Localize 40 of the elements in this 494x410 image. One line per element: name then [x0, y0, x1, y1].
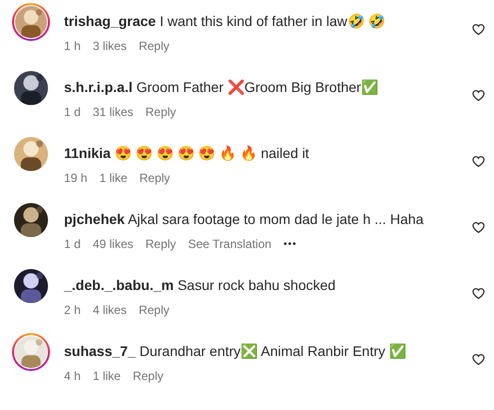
likes-link[interactable]: 31 likes [92, 103, 134, 121]
username[interactable]: s.h.r.i.p.a.l [64, 79, 132, 95]
likes-link[interactable]: 49 likes [92, 235, 134, 253]
heart-icon[interactable] [472, 353, 485, 366]
reply-link[interactable]: Reply [132, 367, 164, 385]
comment-text: Groom Father ❌Groom Big Brother✅ [136, 79, 378, 95]
reply-link[interactable]: Reply [145, 235, 176, 253]
heart-icon[interactable] [472, 23, 485, 36]
reply-link[interactable]: Reply [145, 103, 176, 121]
story-ring[interactable] [12, 333, 50, 371]
username[interactable]: _.deb._.babu._m [64, 277, 174, 293]
username[interactable]: suhass_7_ [64, 343, 136, 359]
username[interactable]: 11nikia [64, 145, 111, 161]
comment-time: 2 h [64, 302, 81, 319]
reply-link[interactable]: Reply [138, 37, 170, 55]
comment-text: Ajkal sara footage to mom dad le jate h ... Haha [128, 211, 424, 227]
see-translation-link[interactable]: See Translation [188, 235, 272, 253]
comment-text: Sasur rock bahu shocked [178, 277, 336, 293]
comment-text: 😍 😍 😍 😍 😍 🔥 🔥 nailed it [114, 145, 310, 161]
username[interactable]: trishag_grace [64, 13, 156, 29]
comment-time: 19 h [64, 170, 88, 187]
heart-icon[interactable] [472, 287, 485, 300]
comment-time: 1 d [64, 104, 81, 121]
comment-text: I want this kind of father in law🤣 🤣 [160, 13, 386, 29]
heart-icon[interactable] [472, 89, 485, 102]
reply-link[interactable]: Reply [138, 301, 170, 319]
likes-link[interactable]: 4 likes [92, 301, 127, 319]
comment-text: Durandhar entry❎ Animal Ranbir Entry ✅ [140, 343, 406, 359]
more-options-button[interactable]: ••• [283, 236, 297, 252]
reply-link[interactable]: Reply [139, 169, 170, 187]
username[interactable]: pjchehek [64, 211, 125, 227]
comment-time: 4 h [64, 368, 81, 385]
likes-link[interactable]: 1 like [99, 169, 128, 187]
heart-icon[interactable] [472, 155, 485, 168]
story-ring[interactable] [12, 3, 50, 41]
likes-link[interactable]: 1 like [92, 367, 121, 385]
comment-time: 1 h [64, 38, 81, 55]
comment-time: 1 d [64, 236, 81, 253]
heart-icon[interactable] [472, 221, 485, 234]
likes-link[interactable]: 3 likes [92, 37, 127, 55]
